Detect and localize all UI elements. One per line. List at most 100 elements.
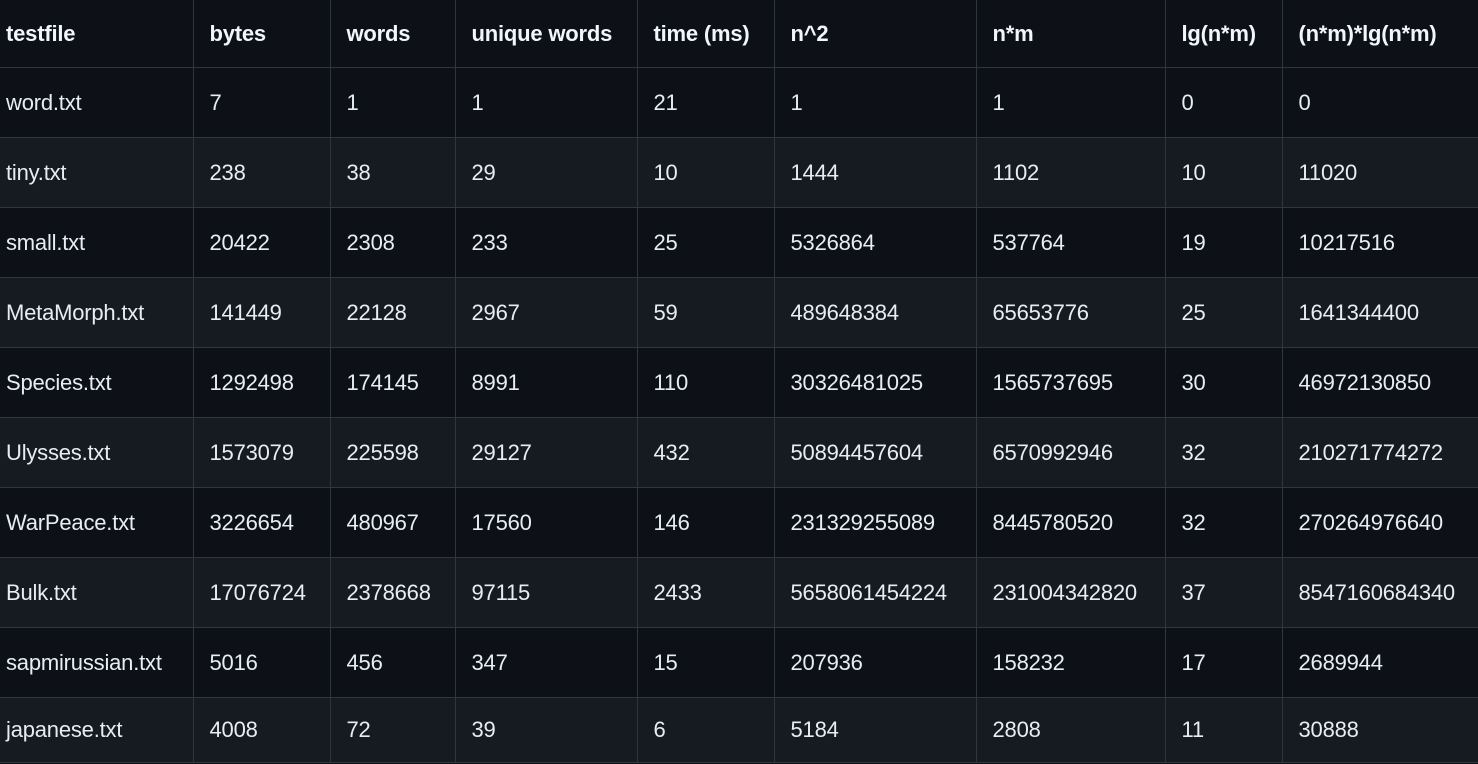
cell-n-squared: 489648384 [773, 277, 977, 348]
cell-n-squared: 207936 [773, 627, 977, 698]
cell-n-times-m: 1102 [975, 137, 1166, 208]
column-header-words: words [329, 0, 456, 68]
cell-testfile: WarPeace.txt [0, 487, 194, 558]
cell-unique-words: 29127 [454, 417, 638, 488]
cell-nm-lg-nm: 2689944 [1281, 627, 1478, 698]
cell-lg-n-times-m: 25 [1164, 277, 1283, 348]
cell-unique-words: 8991 [454, 347, 638, 418]
table-row: japanese.txt 4008 72 39 6 5184 2808 11 30888 [0, 697, 1478, 763]
cell-bytes: 20422 [192, 207, 331, 278]
cell-n-times-m: 6570992946 [975, 417, 1166, 488]
table-row: small.txt 20422 2308 233 25 5326864 537764 19 10… [0, 207, 1478, 278]
column-header-testfile: testfile [0, 0, 194, 68]
cell-n-squared: 50894457604 [773, 417, 977, 488]
cell-bytes: 1292498 [192, 347, 331, 418]
cell-bytes: 7 [192, 67, 331, 138]
cell-testfile: Ulysses.txt [0, 417, 194, 488]
table-row: MetaMorph.txt 141449 22128 2967 59 489648384 6… [0, 277, 1478, 348]
cell-n-times-m: 537764 [975, 207, 1166, 278]
cell-nm-lg-nm: 30888 [1281, 697, 1478, 763]
column-header-n-squared: n^2 [773, 0, 977, 68]
cell-bytes: 4008 [192, 697, 331, 763]
table-row: Species.txt 1292498 174145 8991 110 303264810… [0, 347, 1478, 418]
cell-time: 10 [636, 137, 775, 208]
column-header-time: time (ms) [636, 0, 775, 68]
column-header-n-times-m: n*m [975, 0, 1166, 68]
cell-words: 2308 [329, 207, 456, 278]
table-row: Ulysses.txt 1573079 225598 29127 432 50894457… [0, 417, 1478, 488]
cell-testfile: small.txt [0, 207, 194, 278]
table-row: Bulk.txt 17076724 2378668 97115 2433 56580614… [0, 557, 1478, 628]
cell-testfile: japanese.txt [0, 697, 194, 763]
cell-unique-words: 1 [454, 67, 638, 138]
cell-bytes: 1573079 [192, 417, 331, 488]
cell-bytes: 17076724 [192, 557, 331, 628]
cell-lg-n-times-m: 37 [1164, 557, 1283, 628]
cell-n-times-m: 8445780520 [975, 487, 1166, 558]
table-header: testfile bytes words unique words time (… [0, 0, 1478, 68]
column-header-lg-n-times-m: lg(n*m) [1164, 0, 1283, 68]
cell-nm-lg-nm: 11020 [1281, 137, 1478, 208]
table-row: word.txt 7 1 1 21 1 1 0 0 [0, 67, 1478, 138]
cell-words: 225598 [329, 417, 456, 488]
cell-n-squared: 1444 [773, 137, 977, 208]
cell-time: 146 [636, 487, 775, 558]
cell-time: 25 [636, 207, 775, 278]
cell-n-squared: 5326864 [773, 207, 977, 278]
cell-lg-n-times-m: 11 [1164, 697, 1283, 763]
cell-unique-words: 39 [454, 697, 638, 763]
cell-unique-words: 233 [454, 207, 638, 278]
cell-words: 1 [329, 67, 456, 138]
cell-unique-words: 97115 [454, 557, 638, 628]
cell-n-squared: 231329255089 [773, 487, 977, 558]
table-row: tiny.txt 238 38 29 10 1444 1102 10 11020 [0, 137, 1478, 208]
cell-time: 110 [636, 347, 775, 418]
cell-n-squared: 1 [773, 67, 977, 138]
table-row: WarPeace.txt 3226654 480967 17560 146 2313292… [0, 487, 1478, 558]
cell-words: 72 [329, 697, 456, 763]
cell-unique-words: 17560 [454, 487, 638, 558]
cell-testfile: Species.txt [0, 347, 194, 418]
column-header-nm-lg-nm: (n*m)*lg(n*m) [1281, 0, 1478, 68]
cell-n-times-m: 1565737695 [975, 347, 1166, 418]
cell-testfile: MetaMorph.txt [0, 277, 194, 348]
cell-nm-lg-nm: 270264976640 [1281, 487, 1478, 558]
cell-bytes: 5016 [192, 627, 331, 698]
header-row: testfile bytes words unique words time (… [0, 0, 1478, 68]
cell-words: 2378668 [329, 557, 456, 628]
cell-nm-lg-nm: 0 [1281, 67, 1478, 138]
cell-lg-n-times-m: 0 [1164, 67, 1283, 138]
cell-time: 15 [636, 627, 775, 698]
cell-time: 432 [636, 417, 775, 488]
cell-lg-n-times-m: 10 [1164, 137, 1283, 208]
cell-unique-words: 29 [454, 137, 638, 208]
cell-n-times-m: 1 [975, 67, 1166, 138]
results-table: testfile bytes words unique words time (… [0, 0, 1478, 763]
cell-words: 456 [329, 627, 456, 698]
cell-bytes: 141449 [192, 277, 331, 348]
cell-testfile: word.txt [0, 67, 194, 138]
table-row: sapmirussian.txt 5016 456 347 15 207936 158232… [0, 627, 1478, 698]
cell-lg-n-times-m: 30 [1164, 347, 1283, 418]
cell-n-squared: 5184 [773, 697, 977, 763]
cell-unique-words: 347 [454, 627, 638, 698]
cell-bytes: 238 [192, 137, 331, 208]
column-header-bytes: bytes [192, 0, 331, 68]
cell-n-times-m: 231004342820 [975, 557, 1166, 628]
cell-time: 6 [636, 697, 775, 763]
cell-n-times-m: 2808 [975, 697, 1166, 763]
cell-lg-n-times-m: 32 [1164, 417, 1283, 488]
cell-bytes: 3226654 [192, 487, 331, 558]
cell-nm-lg-nm: 46972130850 [1281, 347, 1478, 418]
cell-nm-lg-nm: 8547160684340 [1281, 557, 1478, 628]
cell-testfile: tiny.txt [0, 137, 194, 208]
cell-words: 38 [329, 137, 456, 208]
cell-words: 22128 [329, 277, 456, 348]
cell-testfile: sapmirussian.txt [0, 627, 194, 698]
cell-unique-words: 2967 [454, 277, 638, 348]
cell-lg-n-times-m: 19 [1164, 207, 1283, 278]
cell-testfile: Bulk.txt [0, 557, 194, 628]
cell-nm-lg-nm: 210271774272 [1281, 417, 1478, 488]
cell-lg-n-times-m: 17 [1164, 627, 1283, 698]
cell-n-squared: 5658061454224 [773, 557, 977, 628]
